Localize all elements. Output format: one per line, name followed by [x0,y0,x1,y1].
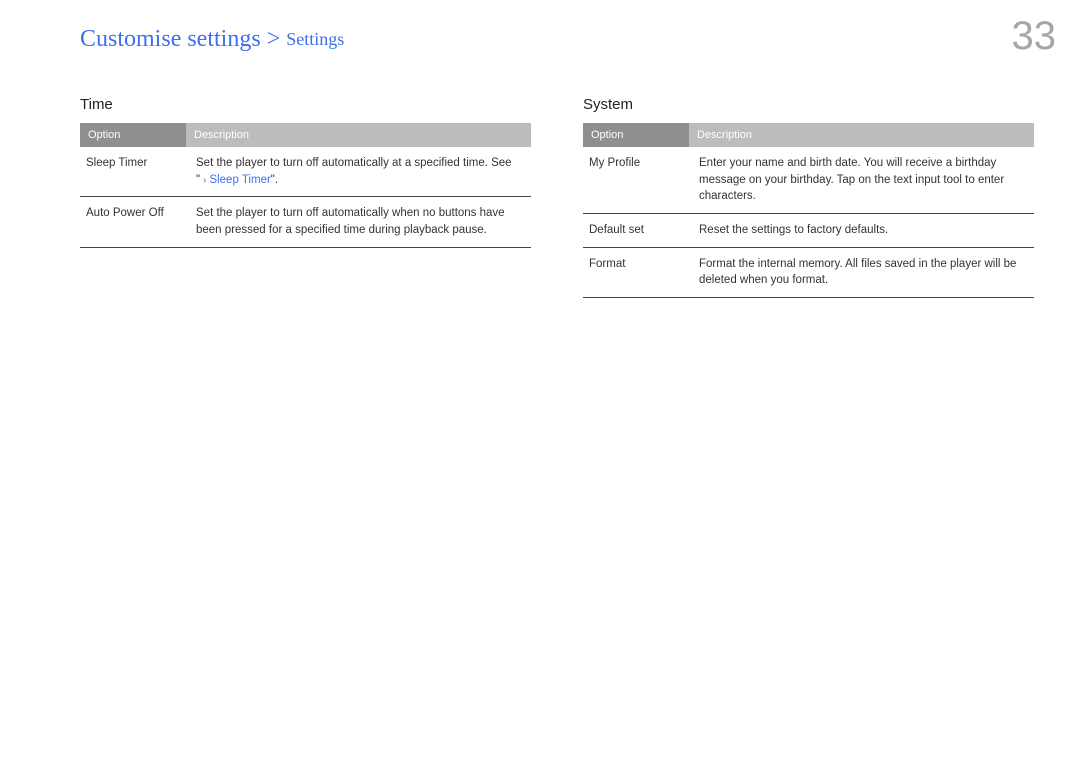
th-description-left: Description [186,123,531,147]
description-cell: Set the player to turn off automatically… [188,197,531,246]
option-cell: Auto Power Off [80,197,188,230]
breadcrumb: Customise settings > Settings [80,26,344,53]
table-row: Format Format the internal memory. All f… [583,248,1034,298]
th-option-right: Option [583,123,689,147]
breadcrumb-main: Customise settings [80,26,261,52]
option-cell: My Profile [583,147,691,180]
breadcrumb-separator: > [267,26,281,52]
section-title-system: System [583,96,1034,113]
description-cell: Set the player to turn off automatically… [188,147,531,196]
table-header-left: Option Description [80,123,531,147]
description-cell: Reset the settings to factory defaults. [691,214,1034,247]
desc-text-pre: Set the player to turn off automatically… [196,207,505,236]
option-cell: Format [583,248,691,281]
th-option-left: Option [80,123,186,147]
option-cell: Default set [583,214,691,247]
right-column: System Option Description My Profile Ent… [583,96,1034,298]
table-row: Default set Reset the settings to factor… [583,214,1034,248]
option-cell: Sleep Timer [80,147,188,180]
table-header-right: Option Description [583,123,1034,147]
table-row: My Profile Enter your name and birth dat… [583,147,1034,214]
table-row: Sleep Timer Set the player to turn off a… [80,147,531,197]
cross-ref-link[interactable]: Sleep Timer [209,174,270,186]
page-number: 33 [1012,14,1057,59]
left-column: Time Option Description Sleep Timer Set … [80,96,531,298]
description-cell: Enter your name and birth date. You will… [691,147,1034,213]
section-title-time: Time [80,96,531,113]
description-cell: Format the internal memory. All files sa… [691,248,1034,297]
breadcrumb-sub: Settings [286,29,344,49]
desc-text-post: ". [271,174,278,186]
th-description-right: Description [689,123,1034,147]
table-row: Auto Power Off Set the player to turn of… [80,197,531,247]
